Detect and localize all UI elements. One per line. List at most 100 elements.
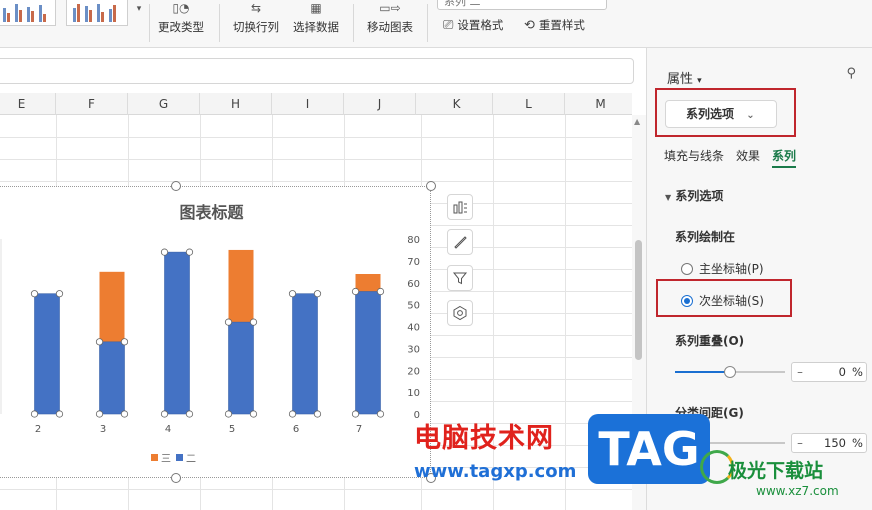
reset-style-icon: ⟲: [524, 17, 535, 33]
bar-selection-handle[interactable]: [376, 410, 385, 418]
series-overlap-knob[interactable]: [724, 366, 736, 378]
y2-tick-label: 20: [407, 366, 420, 377]
decrement-button[interactable]: –: [792, 436, 808, 450]
tab-fill-line[interactable]: 填充与线条: [664, 147, 724, 168]
bar-selection-handle[interactable]: [313, 410, 322, 418]
bar-selection-handle[interactable]: [224, 410, 233, 418]
resize-handle-top-right[interactable]: [426, 181, 436, 191]
bar-selection-handle[interactable]: [95, 338, 104, 346]
chart-elements-button[interactable]: [447, 194, 473, 220]
bar-selection-handle[interactable]: [120, 338, 129, 346]
bar-series-er-7[interactable]: [355, 291, 381, 415]
bar-selection-handle[interactable]: [249, 318, 258, 326]
filter-icon: [452, 272, 468, 285]
series-select[interactable]: 系列 二: [437, 0, 607, 10]
scroll-thumb[interactable]: [635, 240, 642, 360]
x-tick-label: 5: [229, 424, 235, 435]
series-overlap-value[interactable]: 0: [808, 365, 852, 379]
column-header-j[interactable]: J: [344, 93, 416, 115]
section-series-options[interactable]: ▼ 系列选项: [665, 187, 723, 204]
y2-tick-label: 50: [407, 301, 420, 312]
decrement-button[interactable]: –: [792, 365, 808, 379]
chart-settings-button[interactable]: [447, 300, 473, 326]
bar-series-er-6[interactable]: [292, 293, 318, 415]
tab-series[interactable]: 系列: [772, 147, 797, 168]
column-header-m[interactable]: M: [565, 93, 632, 115]
bar-selection-handle[interactable]: [30, 410, 39, 418]
panel-title[interactable]: 属性 ▾: [667, 68, 702, 87]
series-overlap-spinner[interactable]: – 0 %: [791, 362, 867, 382]
bar-selection-handle[interactable]: [120, 410, 129, 418]
plot-series-on-label: 系列绘制在: [675, 230, 736, 244]
tab-effects[interactable]: 效果: [736, 147, 760, 168]
hexagon-settings-icon: [453, 305, 467, 321]
bar-selection-handle[interactable]: [95, 410, 104, 418]
bar-selection-handle[interactable]: [185, 248, 194, 256]
bar-series-er-2[interactable]: [34, 293, 60, 415]
select-data-icon: ▦: [310, 1, 322, 15]
select-data-button[interactable]: ▦ 选择数据: [290, 0, 342, 44]
bar-series-er-3[interactable]: [99, 341, 125, 415]
watermark-site-name: 电脑技术网: [414, 423, 554, 454]
chart-filter-button[interactable]: [447, 265, 473, 291]
ribbon-toolbar: ▾ ▯◔ 更改类型 ⇆ 切换行列 ▦ 选择数据 ▭⇨ 移动图表 系列 二 ⎚ 设…: [0, 0, 872, 48]
column-header-h[interactable]: H: [200, 93, 272, 115]
resize-handle-top[interactable]: [171, 181, 181, 191]
bar-selection-handle[interactable]: [288, 290, 297, 298]
x-tick-label: 2: [35, 424, 41, 435]
bar-selection-handle[interactable]: [55, 410, 64, 418]
watermark-brand-url: www.xz7.com: [756, 484, 839, 498]
reset-style-button[interactable]: ⟲ 重置样式: [524, 16, 585, 34]
radio-primary-axis[interactable]: 主坐标轴(P): [681, 260, 764, 277]
bar-selection-handle[interactable]: [160, 248, 169, 256]
scroll-up-icon[interactable]: ▲: [634, 117, 640, 126]
move-chart-icon: ▭⇨: [379, 1, 401, 15]
series-overlap-slider[interactable]: [675, 366, 785, 378]
radio-primary-dot[interactable]: [681, 262, 693, 275]
watermark-brand-name: 极光下载站: [728, 460, 824, 482]
bar-selection-handle[interactable]: [224, 318, 233, 326]
chart-container[interactable]: 图表标题 2 3 4 5 6 7 0 10 20 30 40 50 60 70 80 三 二: [0, 186, 431, 478]
column-header-e[interactable]: E: [0, 93, 56, 115]
switch-row-col-icon: ⇆: [250, 1, 262, 15]
chart-style-thumbnail-2[interactable]: [66, 0, 128, 26]
bar-selection-handle[interactable]: [249, 410, 258, 418]
column-header-g[interactable]: G: [128, 93, 200, 115]
bar-selection-handle[interactable]: [351, 287, 360, 296]
chart-styles-button[interactable]: [447, 229, 473, 255]
formula-bar[interactable]: [0, 58, 634, 84]
pin-icon[interactable]: ⚲: [846, 66, 856, 81]
bar-selection-handle[interactable]: [313, 290, 322, 298]
change-type-button[interactable]: ▯◔ 更改类型: [155, 0, 207, 44]
column-header-l[interactable]: L: [493, 93, 565, 115]
bar-selection-handle[interactable]: [160, 410, 169, 418]
resize-handle-bottom[interactable]: [171, 473, 181, 483]
bar-selection-handle[interactable]: [55, 290, 64, 298]
column-header-i[interactable]: I: [272, 93, 344, 115]
brush-icon: [454, 236, 467, 249]
highlight-box: [655, 88, 796, 137]
chevron-down-icon: ▾: [697, 76, 702, 86]
legend-swatch-er: [176, 454, 183, 461]
bar-selection-handle[interactable]: [351, 410, 360, 418]
bar-selection-handle[interactable]: [30, 290, 39, 298]
gap-width-value[interactable]: 150: [808, 436, 852, 450]
collapse-triangle-icon: ▼: [665, 193, 672, 202]
bar-series-er-4[interactable]: [164, 251, 190, 415]
gap-width-spinner[interactable]: – 150 %: [791, 433, 867, 453]
bar-selection-handle[interactable]: [376, 287, 385, 296]
x-tick-label: 3: [100, 424, 106, 435]
bar-selection-handle[interactable]: [185, 410, 194, 418]
column-header-k[interactable]: K: [421, 93, 493, 115]
styles-more-icon[interactable]: ▾: [133, 4, 145, 18]
watermark-tag-logo: TAG: [588, 414, 710, 484]
chart-style-thumbnail-1[interactable]: [0, 0, 56, 26]
column-header-f[interactable]: F: [56, 93, 128, 115]
highlight-box: [656, 279, 792, 317]
bar-selection-handle[interactable]: [288, 410, 297, 418]
chart-legend[interactable]: 三 二: [151, 450, 196, 465]
bar-series-er-5[interactable]: [228, 321, 254, 415]
switch-row-col-button[interactable]: ⇆ 切换行列: [230, 0, 282, 44]
move-chart-button[interactable]: ▭⇨ 移动图表: [364, 0, 416, 44]
set-format-button[interactable]: ⎚ 设置格式: [443, 16, 503, 34]
